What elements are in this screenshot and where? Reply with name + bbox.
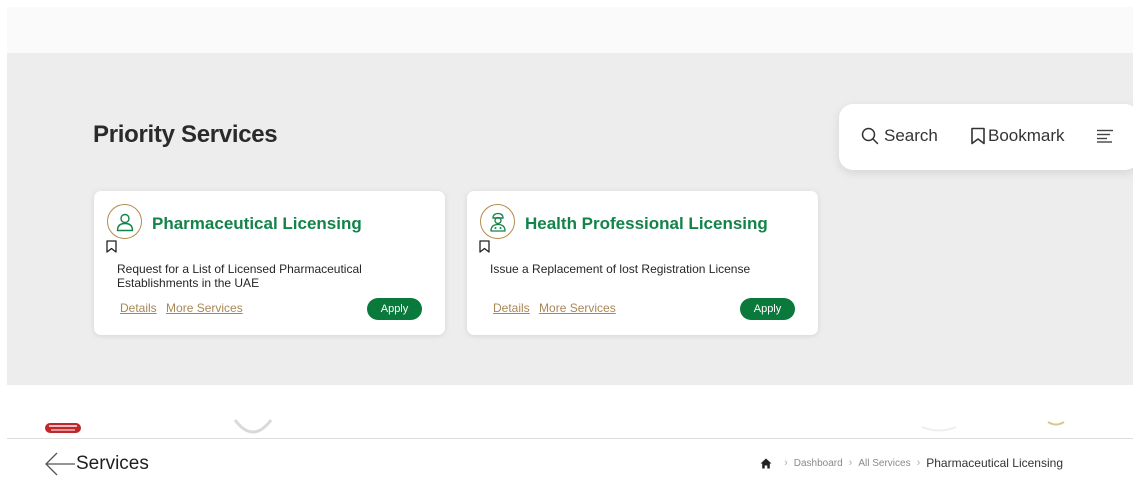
search-icon: [861, 127, 879, 145]
breadcrumb-separator: ›: [916, 457, 921, 469]
back-button[interactable]: [44, 451, 76, 477]
search-button[interactable]: Search: [861, 126, 938, 146]
details-link[interactable]: Details: [493, 301, 530, 315]
bookmark-label: Bookmark: [988, 126, 1065, 145]
breadcrumb-item-all-services[interactable]: All Services: [858, 458, 910, 469]
doctor-icon: [480, 204, 515, 239]
card-title[interactable]: Pharmaceutical Licensing: [152, 214, 362, 234]
breadcrumb-current: Pharmaceutical Licensing: [926, 456, 1063, 470]
back-arrow-icon: [45, 452, 75, 476]
more-services-link[interactable]: More Services: [166, 301, 243, 315]
card-description: Issue a Replacement of lost Registration…: [490, 262, 751, 276]
details-link[interactable]: Details: [120, 301, 157, 315]
header-divider: [7, 438, 1133, 439]
breadcrumb-separator: ›: [848, 457, 853, 469]
section-title: Priority Services: [93, 121, 278, 148]
card-bookmark-button[interactable]: [479, 240, 490, 258]
apply-button[interactable]: Apply: [740, 298, 795, 320]
logo-fragment: [45, 423, 81, 433]
apply-button[interactable]: Apply: [367, 298, 422, 320]
bookmark-icon: [971, 127, 985, 145]
user-outline-icon: [107, 204, 142, 239]
bookmark-icon: [479, 240, 490, 253]
menu-button[interactable]: [1096, 129, 1114, 143]
card-title[interactable]: Health Professional Licensing: [525, 214, 768, 234]
accent-fragment: [1047, 421, 1065, 426]
menu-lines-icon: [1097, 129, 1113, 143]
service-card-pharmaceutical-licensing: Pharmaceutical Licensing Request for a L…: [94, 191, 445, 335]
search-label: Search: [884, 126, 938, 145]
breadcrumb-separator: ›: [784, 457, 788, 469]
loading-spinner-icon: [233, 419, 273, 434]
card-description: Request for a List of Licensed Pharmaceu…: [117, 262, 362, 290]
bookmark-button[interactable]: Bookmark: [970, 126, 1065, 146]
home-icon: [760, 458, 772, 468]
card-links: Details More Services: [493, 301, 622, 315]
breadcrumb: › Dashboard › All Services › Pharmaceuti…: [760, 456, 1063, 470]
page-title: Services: [76, 453, 149, 474]
breadcrumb-home[interactable]: [760, 458, 772, 469]
card-links: Details More Services: [120, 301, 249, 315]
top-strip: [7, 7, 1133, 53]
service-card-health-professional-licensing: Health Professional Licensing Issue a Re…: [467, 191, 818, 335]
faint-element: [921, 426, 957, 432]
breadcrumb-item-dashboard[interactable]: Dashboard: [794, 458, 843, 469]
bookmark-icon: [106, 240, 117, 253]
card-bookmark-button[interactable]: [106, 240, 117, 258]
floating-search-bar: Search Bookmark: [839, 104, 1133, 170]
more-services-link[interactable]: More Services: [539, 301, 616, 315]
page: Priority Services Search Bookmark Pharma…: [0, 0, 1133, 483]
